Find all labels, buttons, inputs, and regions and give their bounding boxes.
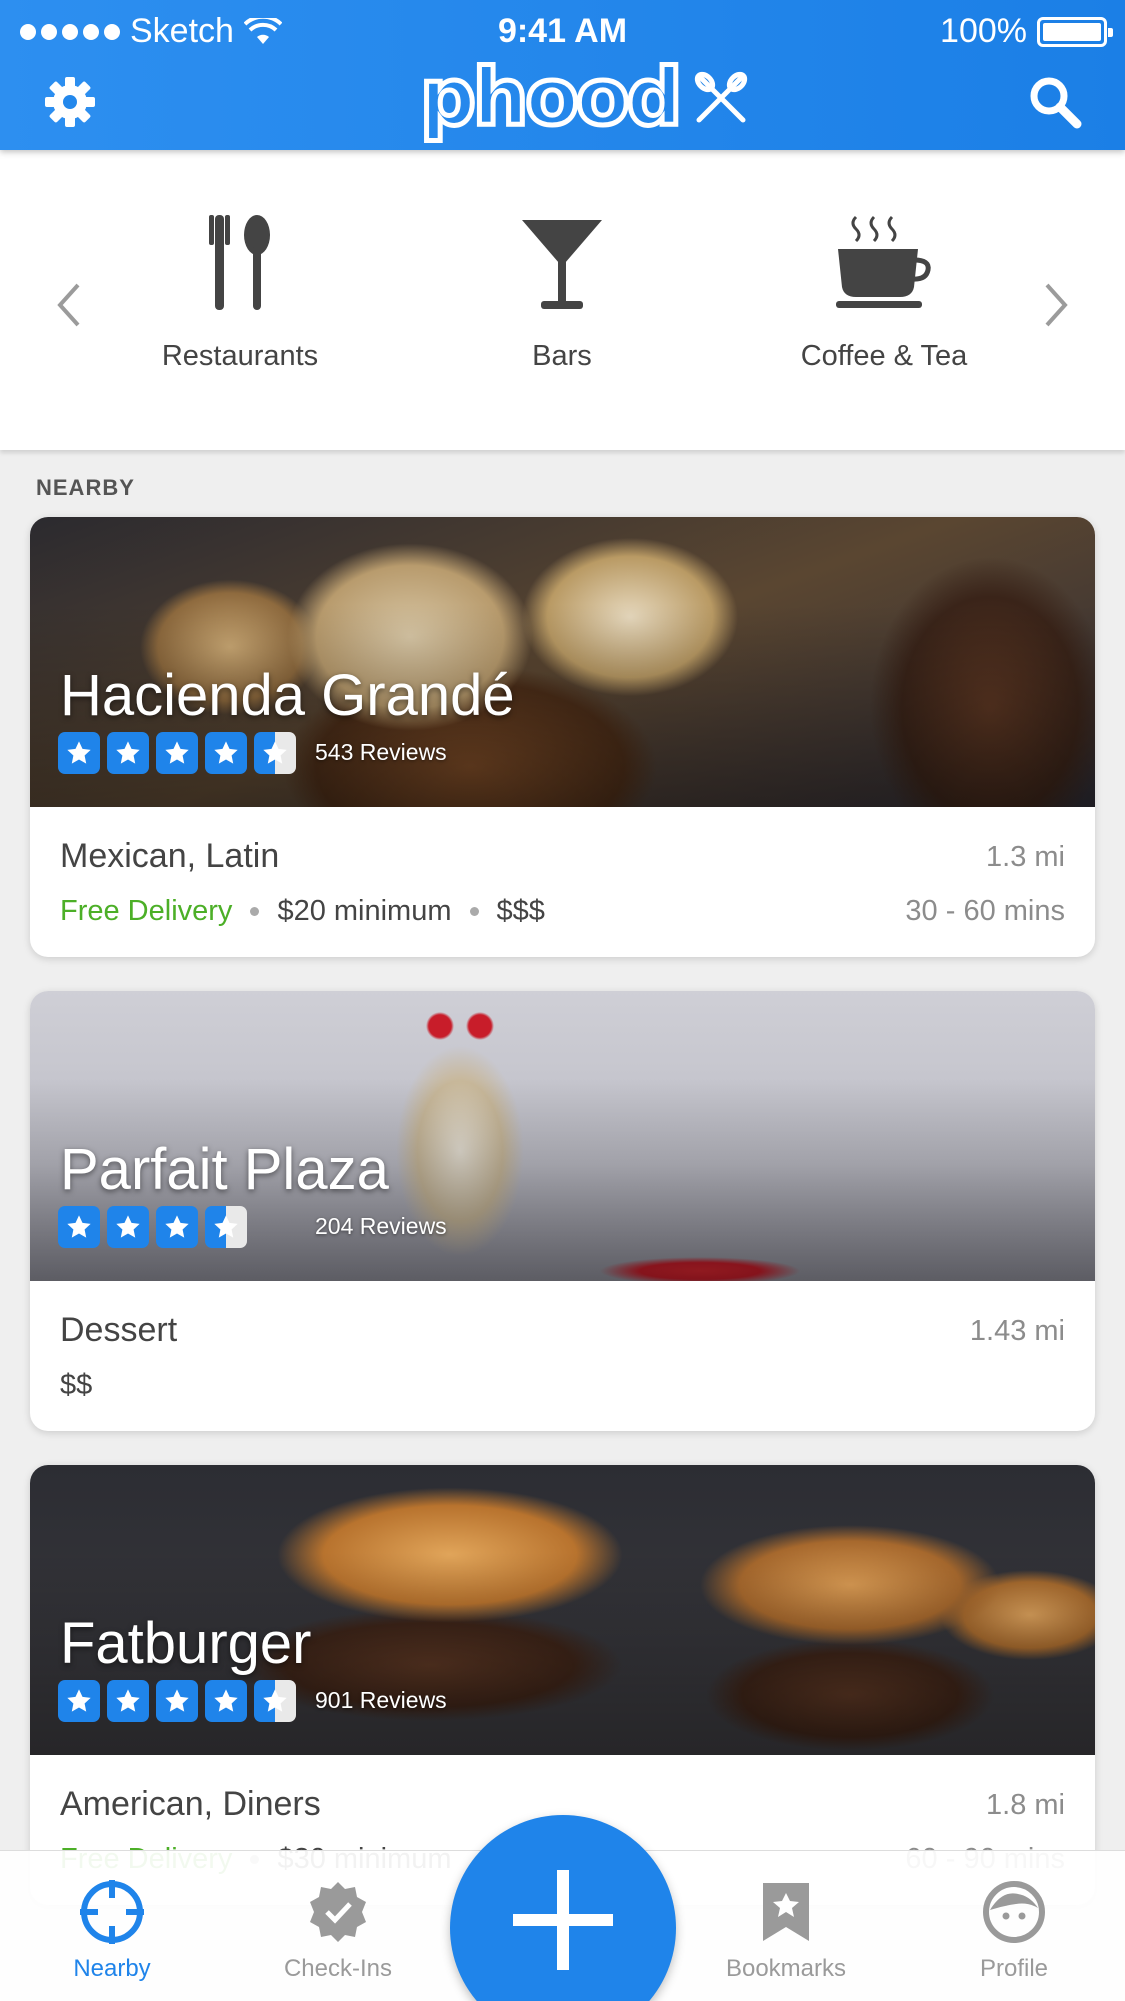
star-icon: [58, 732, 100, 774]
half-star-icon: [254, 732, 296, 774]
chevron-left-icon[interactable]: [48, 275, 88, 335]
star-icon: [156, 1680, 198, 1722]
tab-label: Bookmarks: [725, 1955, 847, 1982]
cuisine: Mexican, Latin: [60, 837, 280, 875]
star-rating: [58, 1680, 296, 1722]
delivery-label: Free Delivery: [60, 895, 233, 927]
star-icon: [156, 1206, 198, 1248]
cuisine: American, Diners: [60, 1785, 321, 1823]
restaurant-name: Fatburger: [60, 1611, 312, 1676]
tab-label: Profile: [979, 1955, 1049, 1982]
gear-icon[interactable]: [38, 70, 102, 134]
battery-icon: [1037, 16, 1113, 47]
distance: 1.43 mi: [969, 1315, 1065, 1347]
category-label: Coffee & Tea: [800, 340, 968, 372]
crosshair-icon: [12, 1880, 212, 1944]
card-details: Mexican, Latin 1.3 mi Free Delivery $20 …: [30, 807, 1095, 957]
separator-dot: [250, 907, 260, 916]
fork-spoon-icon: [90, 210, 390, 310]
bookmark-star-icon: [686, 1881, 886, 1943]
price-level: $$: [60, 1369, 93, 1401]
delivery-info: $$: [60, 1369, 92, 1402]
distance: 1.8 mi: [986, 1789, 1065, 1821]
restaurant-card[interactable]: Hacienda Grandé 543 Reviews Mexican, Lat…: [30, 517, 1095, 957]
app-logo: phood: [417, 53, 751, 143]
star-rating: [58, 1206, 247, 1248]
app-header: Sketch 9:41 AM 100% phood: [0, 0, 1125, 150]
section-label-nearby: NEARBY: [36, 475, 135, 500]
star-icon: [107, 1680, 149, 1722]
restaurant-card[interactable]: Parfait Plaza 204 Reviews Dessert 1.43 m…: [30, 991, 1095, 1431]
restaurant-name: Parfait Plaza: [60, 1137, 389, 1202]
card-details: Dessert 1.43 mi $$: [30, 1281, 1095, 1431]
tab-bookmarks[interactable]: Bookmarks: [686, 1881, 886, 1983]
category-label: Bars: [532, 340, 592, 372]
separator-dot: [469, 907, 479, 916]
delivery-info: Free Delivery $20 minimum $$$: [60, 895, 545, 928]
fork-knife-cross-icon: [695, 71, 748, 123]
logo-text: phood: [417, 53, 684, 143]
face-icon: [914, 1881, 1114, 1943]
review-count: 901 Reviews: [315, 1687, 447, 1713]
star-icon: [107, 1206, 149, 1248]
star-icon: [58, 1206, 100, 1248]
star-rating: [58, 732, 296, 774]
star-icon: [205, 1680, 247, 1722]
category-restaurants[interactable]: Restaurants: [90, 210, 390, 373]
coffee-cup-icon: [734, 210, 1034, 310]
star-icon: [156, 732, 198, 774]
minimum-order: $20 minimum: [277, 895, 452, 927]
chevron-right-icon[interactable]: [1037, 275, 1077, 335]
category-bars[interactable]: Bars: [412, 210, 712, 373]
cuisine: Dessert: [60, 1311, 178, 1349]
battery-percent: 100%: [940, 12, 1027, 50]
star-icon: [58, 1680, 100, 1722]
price-level: $$$: [496, 895, 545, 927]
half-star-icon: [205, 1206, 247, 1248]
distance: 1.3 mi: [986, 841, 1065, 873]
tab-label: Check-Ins: [283, 1955, 393, 1982]
search-icon[interactable]: [1023, 70, 1087, 134]
review-count: 543 Reviews: [315, 739, 447, 765]
plus-icon: [513, 1870, 613, 1970]
tab-nearby[interactable]: Nearby: [12, 1880, 212, 1983]
star-icon: [107, 732, 149, 774]
cocktail-glass-icon: [412, 210, 712, 310]
status-right: 100%: [940, 12, 1113, 51]
tab-check-ins[interactable]: Check-Ins: [238, 1881, 438, 1983]
tab-label: Nearby: [73, 1955, 151, 1982]
review-count: 204 Reviews: [315, 1213, 447, 1239]
star-icon: [205, 732, 247, 774]
restaurant-name: Hacienda Grandé: [60, 663, 515, 728]
tab-profile[interactable]: Profile: [914, 1881, 1114, 1983]
status-bar: Sketch 9:41 AM 100%: [0, 0, 1125, 60]
checkmark-badge-icon: [238, 1881, 438, 1943]
half-star-icon: [254, 1680, 296, 1722]
category-carousel: Restaurants Bars Coffee & Tea: [0, 150, 1125, 450]
delivery-time: 30 - 60 mins: [905, 895, 1065, 927]
category-coffee-tea[interactable]: Coffee & Tea: [734, 210, 1034, 373]
category-label: Restaurants: [161, 340, 319, 372]
